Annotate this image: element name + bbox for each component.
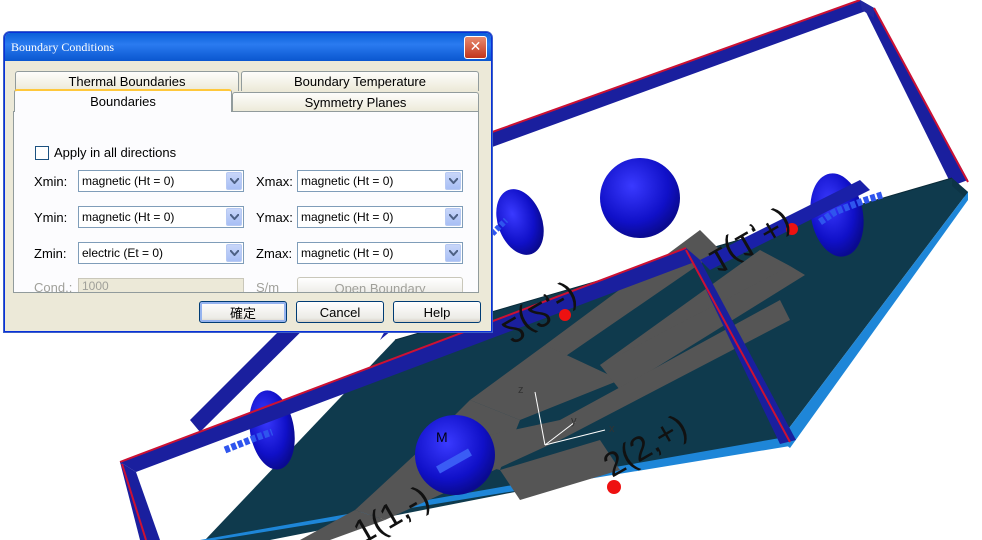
- sphere-center: [496, 189, 544, 255]
- xmax-select[interactable]: magnetic (Ht = 0): [297, 170, 463, 192]
- axis-z-label: z: [518, 384, 524, 396]
- zmin-value: electric (Et = 0): [82, 246, 164, 260]
- chevron-down-icon: [445, 208, 461, 226]
- dialog-title: Boundary Conditions: [11, 39, 115, 54]
- sphere-m: [415, 415, 495, 495]
- xmin-label: Xmin:: [34, 174, 68, 189]
- zmin-select[interactable]: electric (Et = 0): [78, 242, 244, 264]
- ymax-label: Ymax:: [256, 210, 293, 225]
- tab-thermal-boundaries[interactable]: Thermal Boundaries: [15, 71, 239, 91]
- apply-all-checkbox[interactable]: [35, 146, 49, 160]
- ymin-value: magnetic (Ht = 0): [82, 210, 175, 224]
- axis-x-label: x: [609, 423, 615, 435]
- ymax-value: magnetic (Ht = 0): [301, 210, 394, 224]
- cond-label: Cond.:: [34, 280, 73, 293]
- zmax-label: Zmax:: [256, 246, 293, 261]
- chevron-down-icon: [445, 172, 461, 190]
- axis-y-label: y: [571, 415, 577, 427]
- xmin-value: magnetic (Ht = 0): [82, 174, 175, 188]
- ok-button[interactable]: 確定: [199, 301, 287, 323]
- cond-unit: S/m: [256, 280, 280, 293]
- tab-symmetry-planes[interactable]: Symmetry Planes: [232, 92, 479, 112]
- open-boundary-button[interactable]: Open Boundary: [297, 277, 463, 292]
- ymax-select[interactable]: magnetic (Ht = 0): [297, 206, 463, 228]
- chevron-down-icon: [226, 208, 242, 226]
- chevron-down-icon: [226, 244, 242, 262]
- cond-input[interactable]: 1000: [78, 278, 244, 292]
- close-button[interactable]: ✕: [464, 35, 487, 59]
- close-icon: ✕: [469, 39, 482, 55]
- chevron-down-icon: [445, 244, 461, 262]
- xmin-select[interactable]: magnetic (Ht = 0): [78, 170, 244, 192]
- xmax-label: Xmax:: [256, 174, 293, 189]
- boundaries-panel: Apply in all directions Xmin: magnetic (…: [13, 111, 479, 293]
- sphere-top: [600, 158, 680, 238]
- boundary-conditions-dialog: Boundary Conditions ✕ Thermal Boundaries…: [4, 32, 492, 332]
- dialog-titlebar[interactable]: Boundary Conditions ✕: [5, 33, 491, 61]
- ymin-label: Ymin:: [34, 210, 68, 225]
- zmax-select[interactable]: magnetic (Ht = 0): [297, 242, 463, 264]
- tab-boundary-temperature[interactable]: Boundary Temperature: [241, 71, 479, 91]
- ymin-select[interactable]: magnetic (Ht = 0): [78, 206, 244, 228]
- zmax-value: magnetic (Ht = 0): [301, 246, 394, 260]
- cancel-button[interactable]: Cancel: [296, 301, 384, 323]
- zmin-label: Zmin:: [34, 246, 67, 261]
- magnetic-symbol: M: [436, 429, 448, 445]
- xmax-value: magnetic (Ht = 0): [301, 174, 394, 188]
- apply-all-label: Apply in all directions: [54, 145, 177, 160]
- help-button[interactable]: Help: [393, 301, 481, 323]
- chevron-down-icon: [226, 172, 242, 190]
- tab-boundaries[interactable]: Boundaries: [14, 89, 232, 112]
